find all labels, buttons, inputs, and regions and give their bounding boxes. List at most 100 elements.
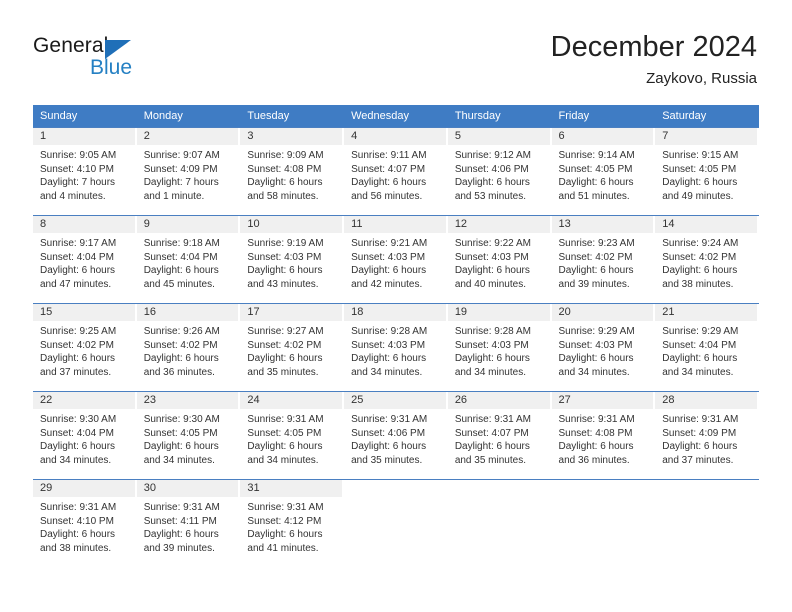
sunset-text: Sunset: 4:04 PM [662,339,737,351]
daylight-text-line2: and 35 minutes. [247,366,319,378]
daylight-text-line1: Daylight: 6 hours [143,265,219,277]
daylight-text-line1: Daylight: 7 hours [40,177,116,189]
day-cell[interactable]: 22 Sunrise: 9:30 AM Sunset: 4:04 PM Dayl… [33,391,137,480]
day-cell[interactable]: 8 Sunrise: 9:17 AM Sunset: 4:04 PM Dayli… [33,215,137,304]
day-number: 12 [447,216,550,233]
daylight-text-line2: and 53 minutes. [454,190,526,202]
day-cell-empty [447,479,552,567]
day-cell[interactable]: 26 Sunrise: 9:31 AM Sunset: 4:07 PM Dayl… [447,391,552,480]
day-number: 17 [240,304,343,321]
sunrise-text: Sunrise: 9:19 AM [247,238,324,249]
day-cell[interactable]: 31 Sunrise: 9:31 AM Sunset: 4:12 PM Dayl… [240,479,345,567]
day-cell[interactable]: 5 Sunrise: 9:12 AM Sunset: 4:06 PM Dayli… [447,127,552,216]
day-cell[interactable]: 3 Sunrise: 9:09 AM Sunset: 4:08 PM Dayli… [240,127,345,216]
day-number: 18 [344,304,446,321]
daylight-text-line2: and 38 minutes. [662,278,734,290]
calendar-header-row: Sunday Monday Tuesday Wednesday Thursday… [33,105,759,128]
weekday-header-monday: Monday [136,105,241,128]
daylight-text-line2: and 1 minute. [143,190,205,202]
daylight-text-line1: Daylight: 7 hours [143,177,219,189]
day-cell[interactable]: 21 Sunrise: 9:29 AM Sunset: 4:04 PM Dayl… [655,303,759,392]
sunrise-text: Sunrise: 9:31 AM [143,502,220,513]
sunset-text: Sunset: 4:03 PM [558,339,633,351]
day-cell[interactable]: 12 Sunrise: 9:22 AM Sunset: 4:03 PM Dayl… [447,215,552,304]
day-cell[interactable]: 9 Sunrise: 9:18 AM Sunset: 4:04 PM Dayli… [136,215,241,304]
sunrise-text: Sunrise: 9:17 AM [40,238,117,249]
daylight-text-line1: Daylight: 6 hours [247,353,323,365]
sunrise-text: Sunrise: 9:31 AM [351,414,428,425]
daylight-text-line2: and 36 minutes. [558,454,630,466]
daylight-text-line1: Daylight: 6 hours [351,353,427,365]
daylight-text-line2: and 39 minutes. [558,278,630,290]
sunrise-text: Sunrise: 9:25 AM [40,326,117,337]
day-cell[interactable]: 1 Sunrise: 9:05 AM Sunset: 4:10 PM Dayli… [33,127,137,216]
sunrise-text: Sunrise: 9:29 AM [662,326,739,337]
day-number: 6 [551,128,654,145]
day-number: 20 [551,304,654,321]
sunset-text: Sunset: 4:11 PM [143,515,217,527]
day-cell[interactable]: 30 Sunrise: 9:31 AM Sunset: 4:11 PM Dayl… [136,479,241,567]
day-cell[interactable]: 14 Sunrise: 9:24 AM Sunset: 4:02 PM Dayl… [655,215,759,304]
daylight-text-line2: and 35 minutes. [454,454,526,466]
day-cell[interactable]: 18 Sunrise: 9:28 AM Sunset: 4:03 PM Dayl… [344,303,448,392]
sunset-text: Sunset: 4:03 PM [351,251,426,263]
daylight-text-line1: Daylight: 6 hours [662,177,738,189]
sunset-text: Sunset: 4:09 PM [143,163,218,175]
day-cell[interactable]: 2 Sunrise: 9:07 AM Sunset: 4:09 PM Dayli… [136,127,241,216]
day-cell[interactable]: 27 Sunrise: 9:31 AM Sunset: 4:08 PM Dayl… [551,391,656,480]
page-header: General Blue December 2024 Zaykovo, Russ… [0,0,792,100]
day-cell[interactable]: 23 Sunrise: 9:30 AM Sunset: 4:05 PM Dayl… [136,391,241,480]
sunset-text: Sunset: 4:02 PM [40,339,114,351]
day-cell[interactable]: 10 Sunrise: 9:19 AM Sunset: 4:03 PM Dayl… [240,215,345,304]
day-cell[interactable]: 20 Sunrise: 9:29 AM Sunset: 4:03 PM Dayl… [551,303,656,392]
sunrise-text: Sunrise: 9:31 AM [247,502,324,513]
day-number: 27 [551,392,654,409]
calendar-page: General Blue December 2024 Zaykovo, Russ… [0,0,792,612]
day-cell[interactable]: 17 Sunrise: 9:27 AM Sunset: 4:02 PM Dayl… [240,303,345,392]
day-cell-empty [655,479,759,567]
sunset-text: Sunset: 4:02 PM [662,251,737,263]
day-cell[interactable]: 13 Sunrise: 9:23 AM Sunset: 4:02 PM Dayl… [551,215,656,304]
day-number [552,480,654,497]
day-number: 24 [240,392,343,409]
day-cell[interactable]: 11 Sunrise: 9:21 AM Sunset: 4:03 PM Dayl… [344,215,448,304]
daylight-text-line2: and 43 minutes. [247,278,319,290]
weekday-header-thursday: Thursday [447,105,552,128]
daylight-text-line1: Daylight: 6 hours [662,353,738,365]
sunset-text: Sunset: 4:09 PM [662,427,737,439]
day-cell[interactable]: 4 Sunrise: 9:11 AM Sunset: 4:07 PM Dayli… [344,127,448,216]
daylight-text-line1: Daylight: 6 hours [662,265,738,277]
day-cell[interactable]: 15 Sunrise: 9:25 AM Sunset: 4:02 PM Dayl… [33,303,137,392]
day-number: 4 [344,128,446,145]
day-cell[interactable]: 7 Sunrise: 9:15 AM Sunset: 4:05 PM Dayli… [655,127,759,216]
daylight-text-line2: and 45 minutes. [143,278,215,290]
daylight-text-line2: and 35 minutes. [351,454,423,466]
daylight-text-line2: and 4 minutes. [40,190,106,202]
sunrise-text: Sunrise: 9:26 AM [143,326,220,337]
daylight-text-line1: Daylight: 6 hours [40,353,116,365]
daylight-text-line1: Daylight: 6 hours [247,177,323,189]
day-number: 23 [136,392,239,409]
daylight-text-line2: and 34 minutes. [143,454,215,466]
day-cell[interactable]: 6 Sunrise: 9:14 AM Sunset: 4:05 PM Dayli… [551,127,656,216]
day-number: 3 [240,128,343,145]
daylight-text-line2: and 34 minutes. [40,454,112,466]
day-cell-empty [344,479,448,567]
brand-logo[interactable]: General Blue [33,34,263,86]
day-cell[interactable]: 28 Sunrise: 9:31 AM Sunset: 4:09 PM Dayl… [655,391,759,480]
day-cell[interactable]: 25 Sunrise: 9:31 AM Sunset: 4:06 PM Dayl… [344,391,448,480]
day-number: 25 [344,392,446,409]
sunset-text: Sunset: 4:02 PM [247,339,322,351]
sunrise-text: Sunrise: 9:23 AM [558,238,635,249]
daylight-text-line2: and 56 minutes. [351,190,423,202]
day-cell[interactable]: 29 Sunrise: 9:31 AM Sunset: 4:10 PM Dayl… [33,479,137,567]
daylight-text-line1: Daylight: 6 hours [454,353,530,365]
weekday-header-friday: Friday [551,105,656,128]
day-cell[interactable]: 19 Sunrise: 9:28 AM Sunset: 4:03 PM Dayl… [447,303,552,392]
day-cell[interactable]: 24 Sunrise: 9:31 AM Sunset: 4:05 PM Dayl… [240,391,345,480]
calendar-week-row: 29 Sunrise: 9:31 AM Sunset: 4:10 PM Dayl… [33,479,759,567]
daylight-text-line1: Daylight: 6 hours [351,177,427,189]
day-number: 8 [33,216,135,233]
day-cell[interactable]: 16 Sunrise: 9:26 AM Sunset: 4:02 PM Dayl… [136,303,241,392]
daylight-text-line1: Daylight: 6 hours [247,265,323,277]
